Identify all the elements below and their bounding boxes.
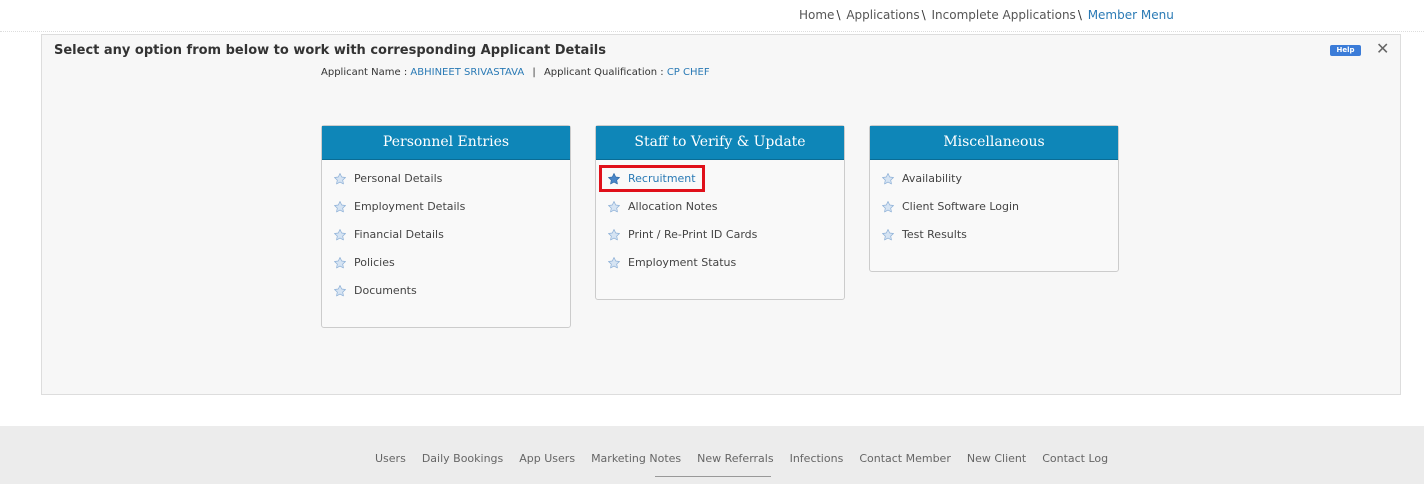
divider: | [532, 67, 536, 78]
menu-item-label: Client Software Login [902, 200, 1020, 213]
breadcrumb-applications[interactable]: Applications [846, 8, 919, 22]
applicant-qualification-label: Applicant Qualification : [543, 67, 664, 78]
applicant-name: ABHINEET SRIVASTAVA [410, 67, 525, 78]
breadcrumb-current: Member Menu [1087, 8, 1174, 22]
menu-item-label: Employment Details [354, 200, 466, 213]
footer-link-contact-member[interactable]: Contact Member [859, 452, 951, 465]
star-icon [881, 200, 895, 214]
footer-link-users[interactable]: Users [375, 452, 406, 465]
footer-link-app-users[interactable]: App Users [519, 452, 575, 465]
card-staff-verify-update: Staff to Verify & Update Recruitment Allo… [595, 125, 845, 300]
star-icon [607, 228, 621, 242]
applicant-qualification: CP CHEF [666, 67, 710, 78]
card-list: Personal Details Employment Details Financ… [322, 160, 570, 320]
breadcrumb-home[interactable]: Home [799, 8, 834, 22]
menu-item-label: Financial Details [354, 228, 444, 241]
menu-item-allocation-notes[interactable]: Allocation Notes [607, 200, 844, 228]
card-title: Staff to Verify & Update [596, 126, 844, 160]
star-icon [881, 228, 895, 242]
menu-item-label: Availability [902, 172, 962, 185]
footer-link-infections[interactable]: Infections [790, 452, 844, 465]
menu-item-label: Employment Status [628, 256, 737, 269]
star-icon [607, 200, 621, 214]
menu-item-label: Test Results [902, 228, 967, 241]
card-title: Personnel Entries [322, 126, 570, 160]
breadcrumb-separator: \ [836, 8, 841, 22]
menu-item-availability[interactable]: Availability [881, 172, 1118, 200]
menu-item-policies[interactable]: Policies [333, 256, 570, 284]
card-title: Miscellaneous [870, 126, 1118, 160]
footer-active-underline [655, 476, 771, 477]
menu-item-personal-details[interactable]: Personal Details [333, 172, 570, 200]
breadcrumb-separator: \ [1077, 8, 1082, 22]
footer-link-daily-bookings[interactable]: Daily Bookings [422, 452, 503, 465]
card-list: Availability Client Software Login Test Re… [870, 160, 1118, 264]
card-list: Recruitment Allocation Notes Print / Re-Pr… [596, 160, 844, 292]
footer-link-contact-log[interactable]: Contact Log [1042, 452, 1108, 465]
breadcrumb-separator: \ [921, 8, 926, 22]
page-title: Select any option from below to work wit… [54, 43, 606, 58]
top-divider [0, 31, 1424, 32]
applicant-name-label: Applicant Name : [321, 67, 408, 78]
star-icon [607, 256, 621, 270]
menu-item-documents[interactable]: Documents [333, 284, 570, 312]
menu-item-employment-status[interactable]: Employment Status [607, 256, 844, 284]
help-button[interactable]: Help [1330, 45, 1361, 56]
star-icon [333, 200, 347, 214]
menu-item-financial-details[interactable]: Financial Details [333, 228, 570, 256]
breadcrumb: Home \ Applications \ Incomplete Applicati… [799, 8, 1174, 22]
menu-item-test-results[interactable]: Test Results [881, 228, 1118, 256]
menu-item-employment-details[interactable]: Employment Details [333, 200, 570, 228]
menu-item-label: Personal Details [354, 172, 443, 185]
footer-nav: Users Daily Bookings App Users Marketing No… [375, 452, 1124, 465]
card-personnel-entries: Personnel Entries Personal Details Employ… [321, 125, 571, 328]
star-icon [333, 284, 347, 298]
close-icon[interactable]: ✕ [1376, 39, 1389, 58]
menu-item-client-software-login[interactable]: Client Software Login [881, 200, 1118, 228]
member-menu-panel: Select any option from below to work wit… [41, 34, 1401, 395]
menu-item-label: Policies [354, 256, 395, 269]
footer-link-marketing-notes[interactable]: Marketing Notes [591, 452, 681, 465]
footer-link-new-referrals[interactable]: New Referrals [697, 452, 773, 465]
menu-item-label: Documents [354, 284, 417, 297]
footer-link-new-client[interactable]: New Client [967, 452, 1026, 465]
menu-item-label: Allocation Notes [628, 200, 718, 213]
menu-item-recruitment[interactable]: Recruitment [599, 165, 844, 200]
star-icon [881, 172, 895, 186]
star-icon [333, 228, 347, 242]
footer: Users Daily Bookings App Users Marketing No… [0, 426, 1424, 484]
star-icon [333, 172, 347, 186]
star-icon [333, 256, 347, 270]
breadcrumb-incomplete-applications[interactable]: Incomplete Applications [932, 8, 1076, 22]
menu-item-print-re-print-id-cards[interactable]: Print / Re-Print ID Cards [607, 228, 844, 256]
highlight-box [599, 165, 705, 192]
menu-item-label: Print / Re-Print ID Cards [628, 228, 758, 241]
card-miscellaneous: Miscellaneous Availability Client Softwar… [869, 125, 1119, 272]
applicant-info: Applicant Name : ABHINEET SRIVASTAVA | A… [321, 67, 710, 78]
